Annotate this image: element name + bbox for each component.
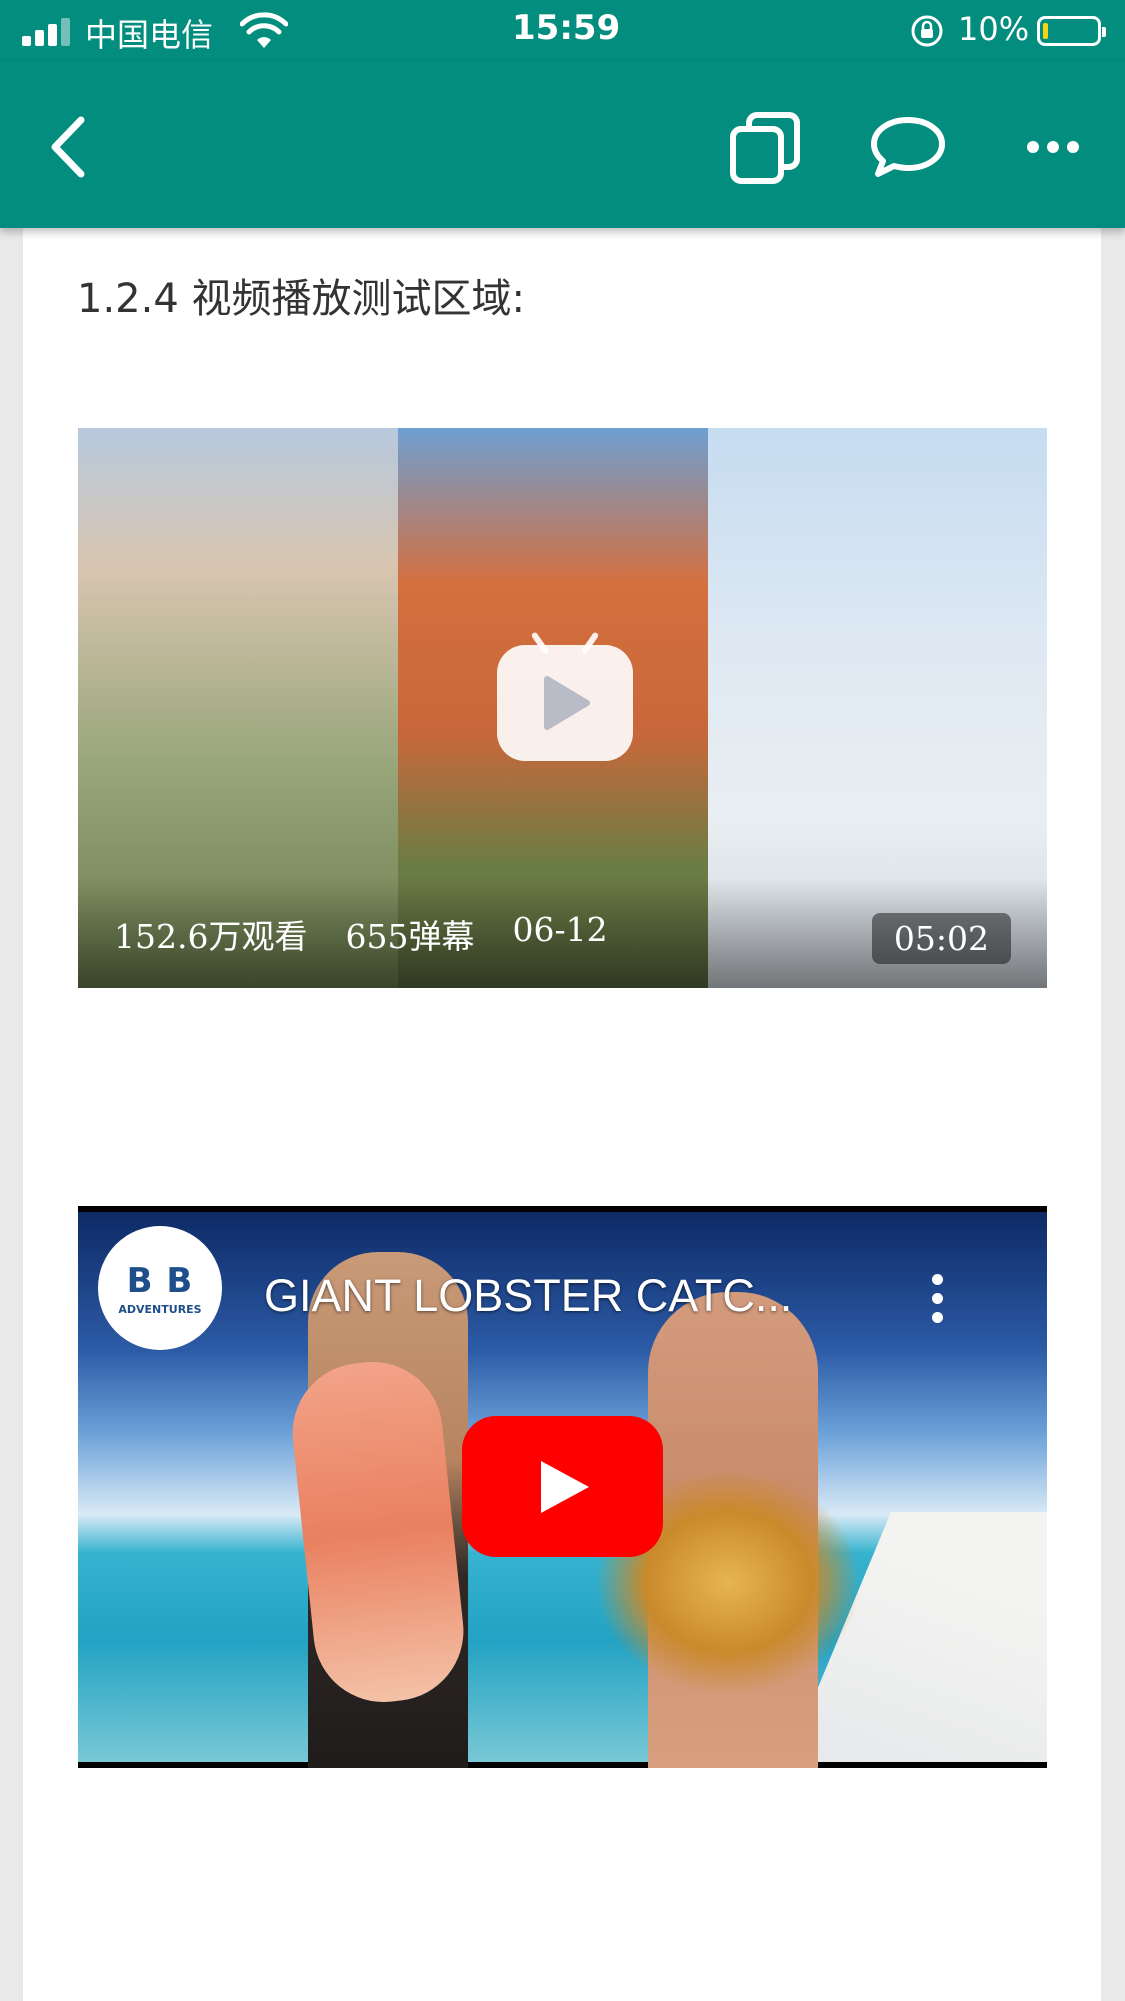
copy-icon	[730, 112, 800, 184]
section-heading: 1.2.4 视频播放测试区域:	[77, 276, 525, 322]
app-toolbar	[0, 62, 1125, 228]
back-arrow-icon	[51, 116, 85, 178]
more-icon	[1027, 141, 1079, 153]
wifi-icon	[240, 12, 288, 48]
channel-logo-text: B B	[126, 1260, 194, 1301]
signal-strength-icon	[22, 16, 72, 46]
comment-button[interactable]	[863, 102, 953, 192]
youtube-play-button[interactable]	[462, 1416, 663, 1557]
video-more-icon[interactable]	[931, 1274, 945, 1334]
view-count: 152.6万观看	[114, 917, 308, 956]
video-stats: 152.6万观看 655弹幕 06-12	[114, 910, 608, 958]
back-button[interactable]	[22, 102, 112, 192]
play-icon	[540, 1460, 589, 1513]
status-bar: 中国电信 15:59 10%	[0, 0, 1125, 62]
rotation-lock-icon	[911, 15, 943, 47]
comment-icon	[871, 117, 945, 177]
more-options-button[interactable]	[1008, 102, 1098, 192]
channel-avatar[interactable]: B B ADVENTURES	[98, 1226, 222, 1350]
publish-date: 06-12	[512, 910, 608, 949]
bilibili-video-player[interactable]: 152.6万观看 655弹幕 06-12 05:02	[78, 428, 1047, 988]
danmaku-count: 655弹幕	[345, 917, 475, 956]
battery-icon	[1037, 16, 1106, 46]
youtube-video-player[interactable]: B B ADVENTURES GIANT LOBSTER CATC...	[78, 1206, 1047, 1768]
page-content: 1.2.4 视频播放测试区域: 152.6万观看 655弹幕 06-12 05:…	[23, 228, 1101, 2001]
bilibili-play-button[interactable]	[497, 631, 633, 761]
channel-logo-subtext: ADVENTURES	[118, 1302, 202, 1316]
video-title[interactable]: GIANT LOBSTER CATC...	[264, 1270, 792, 1322]
copy-button[interactable]	[720, 102, 810, 192]
video-duration: 05:02	[871, 913, 1011, 964]
clock: 15:59	[512, 8, 621, 48]
battery-percentage: 10%	[958, 10, 1030, 48]
carrier-name: 中国电信	[85, 16, 214, 54]
play-icon	[544, 676, 590, 730]
